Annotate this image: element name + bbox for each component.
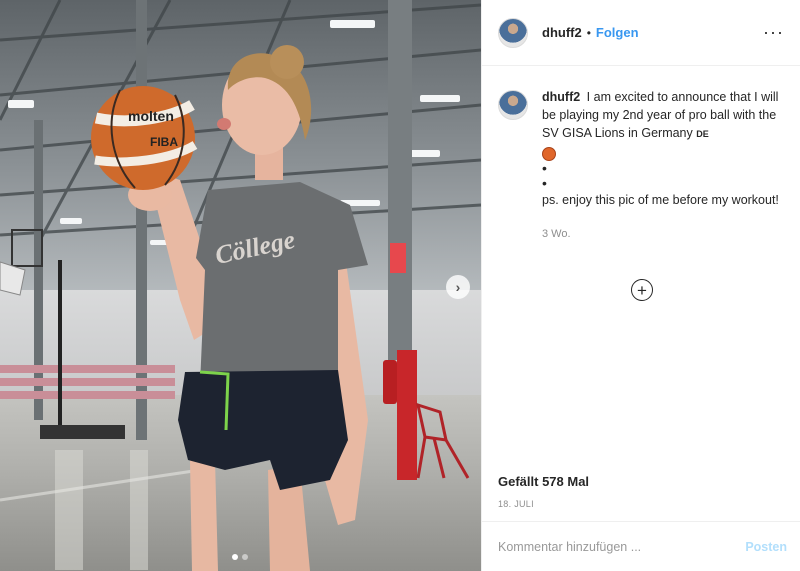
carousel-dot bbox=[242, 554, 248, 560]
post-header: dhuff2 • Folgen ··· bbox=[482, 0, 800, 66]
header-separator: • bbox=[586, 25, 591, 40]
caption: dhuff2 I am excited to announce that I w… bbox=[498, 88, 788, 243]
carousel-dot-active bbox=[232, 554, 238, 560]
post-sidebar: dhuff2 • Folgen ··· dhuff2 I am excited … bbox=[481, 0, 800, 571]
comment-bar: Posten bbox=[482, 521, 800, 571]
caption-body: dhuff2 I am excited to announce that I w… bbox=[542, 88, 788, 243]
comment-input[interactable] bbox=[498, 539, 746, 554]
basketball-icon bbox=[542, 147, 556, 162]
carousel-next-button[interactable]: › bbox=[446, 275, 470, 299]
svg-text:FIBA: FIBA bbox=[150, 135, 178, 149]
caption-bullet: • bbox=[542, 175, 547, 192]
more-options-icon[interactable]: ··· bbox=[763, 22, 784, 43]
header-username[interactable]: dhuff2 bbox=[542, 25, 582, 40]
caption-avatar[interactable] bbox=[498, 90, 528, 120]
post-date[interactable]: 18. JULI bbox=[498, 499, 534, 509]
carousel-indicator bbox=[232, 554, 248, 560]
load-more-comments-button[interactable]: + bbox=[631, 279, 653, 301]
caption-ps-text: ps. enjoy this pic of me before my worko… bbox=[542, 193, 779, 208]
chevron-right-icon: › bbox=[455, 279, 461, 295]
avatar[interactable] bbox=[498, 17, 528, 48]
post-comment-button[interactable]: Posten bbox=[745, 540, 787, 554]
photo-scene: Cöllege molten FIBA bbox=[0, 0, 481, 571]
follow-button[interactable]: Folgen bbox=[596, 25, 639, 40]
plus-icon: + bbox=[637, 280, 647, 300]
caption-bullet: • bbox=[542, 160, 547, 177]
svg-text:molten: molten bbox=[128, 108, 174, 124]
post-photo[interactable]: Cöllege molten FIBA › bbox=[0, 0, 481, 571]
likes-count[interactable]: Gefällt 578 Mal bbox=[498, 474, 589, 489]
caption-time[interactable]: 3 Wo. bbox=[542, 225, 788, 243]
germany-flag-icon: DE bbox=[696, 129, 709, 139]
caption-username[interactable]: dhuff2 bbox=[542, 90, 580, 104]
